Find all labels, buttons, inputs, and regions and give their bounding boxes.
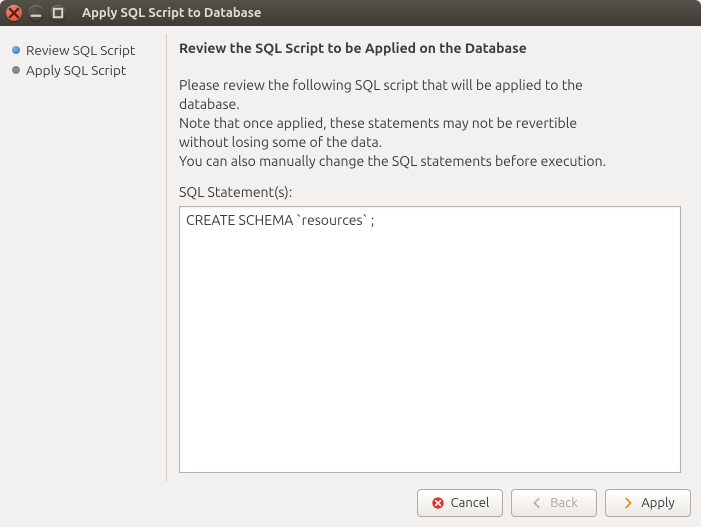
- window-minimize-button[interactable]: [28, 5, 44, 21]
- chevron-left-icon: [530, 496, 544, 510]
- minimize-icon: [29, 6, 43, 20]
- window-title: Apply SQL Script to Database: [82, 6, 261, 20]
- button-bar: Cancel Back Apply: [0, 481, 701, 527]
- titlebar: Apply SQL Script to Database: [0, 0, 701, 26]
- window-close-button[interactable]: [6, 5, 22, 21]
- page-title: Review the SQL Script to be Applied on t…: [179, 40, 681, 56]
- sql-statements-textarea[interactable]: [179, 206, 681, 473]
- maximize-icon: [51, 6, 65, 20]
- wizard-sidebar: Review SQL Script Apply SQL Script: [8, 34, 158, 481]
- window-maximize-button[interactable]: [50, 5, 66, 21]
- statements-label: SQL Statement(s):: [179, 184, 681, 200]
- cancel-button[interactable]: Cancel: [417, 489, 503, 517]
- back-button: Back: [511, 489, 597, 517]
- button-label: Cancel: [451, 496, 490, 510]
- wizard-step-label: Review SQL Script: [26, 42, 135, 58]
- button-label: Back: [550, 496, 578, 510]
- cancel-icon: [431, 496, 445, 510]
- close-icon: [7, 6, 21, 20]
- description-text: Please review the following SQL script t…: [179, 76, 619, 170]
- main-panel: Review the SQL Script to be Applied on t…: [166, 34, 693, 481]
- wizard-step-apply: Apply SQL Script: [12, 60, 154, 80]
- wizard-step-review: Review SQL Script: [12, 40, 154, 60]
- apply-button[interactable]: Apply: [605, 489, 691, 517]
- button-label: Apply: [641, 496, 674, 510]
- step-indicator-icon: [12, 46, 20, 54]
- step-indicator-icon: [12, 66, 20, 74]
- wizard-step-label: Apply SQL Script: [26, 62, 126, 78]
- chevron-right-icon: [621, 496, 635, 510]
- dialog-body: Review SQL Script Apply SQL Script Revie…: [0, 26, 701, 481]
